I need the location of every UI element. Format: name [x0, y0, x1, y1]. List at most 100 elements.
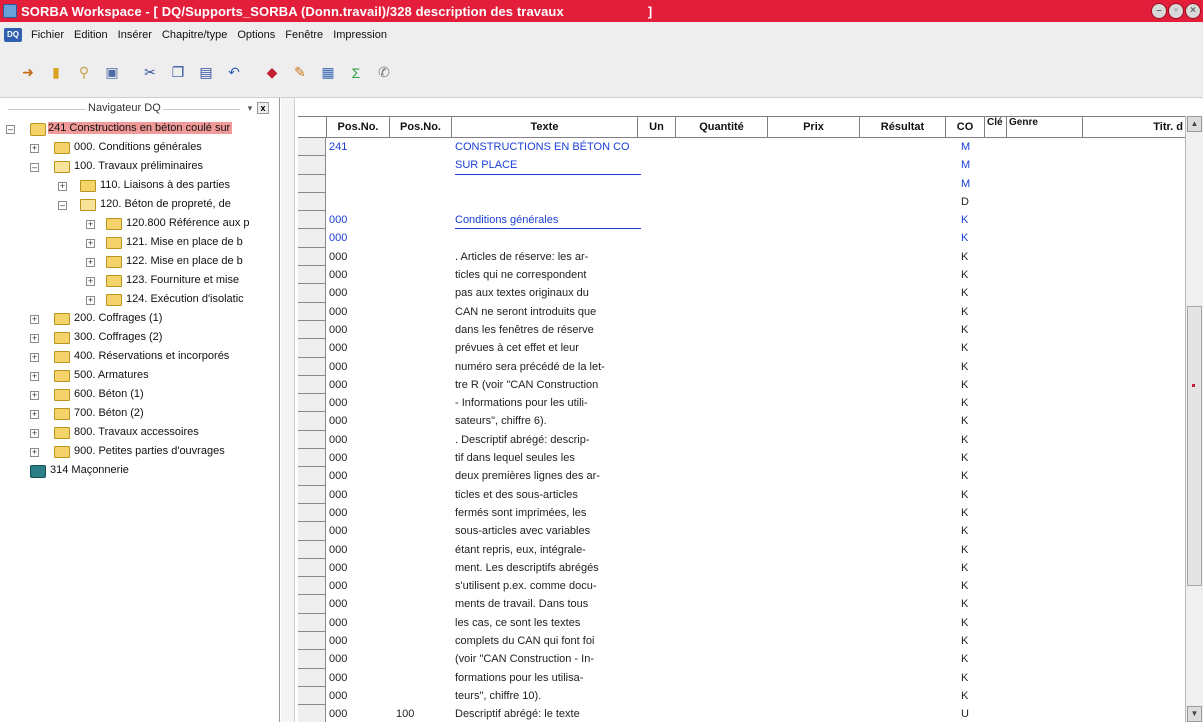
tree-node-120-800[interactable]: + 120.800 Référence aux p — [0, 215, 278, 234]
row-selector[interactable] — [298, 522, 326, 541]
pos-no-sub-cell[interactable] — [396, 412, 450, 430]
collapse-icon[interactable]: – — [6, 125, 15, 134]
row-selector[interactable] — [298, 449, 326, 468]
text-cell[interactable]: . Articles de réserve: les ar- — [455, 248, 641, 266]
pos-no-cell[interactable]: 000 — [329, 577, 387, 595]
table-row[interactable]: 000 étant repris, eux, intégrale- K — [298, 540, 1185, 559]
text-cell[interactable] — [455, 229, 641, 247]
pos-no-cell[interactable]: 000 — [329, 522, 387, 540]
pos-no-sub-cell[interactable] — [396, 211, 450, 229]
row-selector[interactable] — [298, 192, 326, 212]
text-cell[interactable]: sous-articles avec variables — [455, 522, 641, 540]
pos-no-sub-cell[interactable] — [396, 504, 450, 522]
co-cell[interactable]: K — [961, 394, 981, 412]
co-cell[interactable]: K — [961, 266, 981, 284]
co-cell[interactable]: K — [961, 449, 981, 467]
tree-node-314[interactable]: 314 Maçonnerie — [0, 462, 278, 481]
pos-no-sub-cell[interactable]: 100 — [396, 705, 450, 722]
close-icon[interactable]: x — [257, 102, 269, 114]
menu-options[interactable]: Options — [232, 29, 280, 41]
row-selector[interactable] — [298, 266, 326, 285]
close-button[interactable]: × — [1185, 3, 1201, 19]
tree-node-700[interactable]: + 700. Béton (2) — [0, 405, 278, 424]
tree-node-122[interactable]: + 122. Mise en place de b — [0, 253, 278, 272]
co-cell[interactable]: K — [961, 211, 981, 229]
row-selector[interactable] — [298, 558, 326, 578]
co-cell[interactable]: M — [961, 138, 981, 156]
text-cell[interactable]: pas aux textes originaux du — [455, 284, 641, 302]
table-row[interactable]: 000 formations pour les utilisa- K — [298, 668, 1185, 687]
table-row[interactable]: 000 s'utilisent p.ex. comme docu- K — [298, 577, 1185, 596]
pos-no-sub-cell[interactable] — [396, 632, 450, 650]
header-prix[interactable]: Prix — [768, 117, 860, 138]
expand-icon[interactable]: + — [86, 239, 95, 248]
text-cell[interactable]: fermés sont imprimées, les — [455, 504, 641, 522]
tree-node-800[interactable]: + 800. Travaux accessoires — [0, 424, 278, 443]
pos-no-cell[interactable]: 000 — [329, 669, 387, 687]
pos-no-sub-cell[interactable] — [396, 486, 450, 504]
pos-no-cell[interactable]: 000 — [329, 595, 387, 613]
tree-node-124[interactable]: + 124. Exécution d'isolatic — [0, 291, 278, 310]
sum-icon[interactable]: Σ — [346, 63, 366, 83]
tree-node-900[interactable]: + 900. Petites parties d'ouvrages — [0, 443, 278, 462]
pos-no-sub-cell[interactable] — [396, 303, 450, 321]
row-selector[interactable] — [298, 650, 326, 669]
co-cell[interactable]: M — [961, 175, 981, 193]
menu-inserer[interactable]: Insérer — [113, 29, 157, 41]
cut-icon[interactable]: ✂ — [140, 63, 160, 83]
row-selector[interactable] — [298, 320, 326, 340]
table-row[interactable]: 000 les cas, ce sont les textes K — [298, 613, 1185, 633]
table-row[interactable]: 000 ment. Les descriptifs abrégés K — [298, 558, 1185, 578]
edit-icon[interactable]: ✎ — [290, 63, 310, 83]
pos-no-sub-cell[interactable] — [396, 376, 450, 394]
table-row[interactable]: 000 ments de travail. Dans tous K — [298, 595, 1185, 614]
table-row[interactable]: 000 (voir "CAN Construction - In- K — [298, 650, 1185, 669]
row-selector[interactable] — [298, 156, 326, 175]
co-cell[interactable]: K — [961, 650, 981, 668]
pos-no-cell[interactable]: 000 — [329, 614, 387, 632]
menu-impression[interactable]: Impression — [328, 29, 392, 41]
text-cell[interactable]: (voir "CAN Construction - In- — [455, 650, 641, 668]
text-cell[interactable]: numéro sera précédé de la let- — [455, 358, 641, 376]
pos-no-sub-cell[interactable] — [396, 248, 450, 266]
pos-no-sub-cell[interactable] — [396, 358, 450, 376]
table-row[interactable]: 000 tre R (voir "CAN Construction K — [298, 375, 1185, 395]
vertical-scrollbar[interactable]: ▲ ▼ — [1185, 116, 1203, 722]
row-selector[interactable] — [298, 613, 326, 633]
tree-node-241[interactable]: – 241 Constructions en béton coulé sur — [0, 120, 278, 139]
header-titre[interactable]: Titr. d — [1083, 117, 1185, 138]
co-cell[interactable]: K — [961, 541, 981, 559]
text-cell[interactable]: . Descriptif abrégé: descrip- — [455, 431, 641, 449]
pos-no-cell[interactable]: 000 — [329, 303, 387, 321]
row-selector[interactable] — [298, 412, 326, 431]
pos-no-cell[interactable]: 000 — [329, 486, 387, 504]
expand-icon[interactable]: + — [30, 372, 39, 381]
pos-no-cell[interactable]: 000 — [329, 431, 387, 449]
table-row[interactable]: 000 complets du CAN qui font foi K — [298, 632, 1185, 651]
pos-no-sub-cell[interactable] — [396, 394, 450, 412]
text-cell[interactable]: ticles qui ne correspondent — [455, 266, 641, 284]
table-row[interactable]: 000 Conditions générales K — [298, 211, 1185, 230]
text-cell[interactable]: tre R (voir "CAN Construction — [455, 376, 641, 394]
table-row[interactable]: M — [298, 174, 1185, 193]
expand-icon[interactable]: + — [58, 182, 67, 191]
text-cell[interactable]: tif dans lequel seules les — [455, 449, 641, 467]
pos-no-sub-cell[interactable] — [396, 339, 450, 357]
pos-no-cell[interactable]: 000 — [329, 229, 387, 247]
row-selector[interactable] — [298, 394, 326, 413]
tree-node-200[interactable]: + 200. Coffrages (1) — [0, 310, 278, 329]
co-cell[interactable]: K — [961, 284, 981, 302]
pos-no-cell[interactable] — [329, 175, 387, 193]
pos-no-cell[interactable]: 000 — [329, 449, 387, 467]
pos-no-sub-cell[interactable] — [396, 669, 450, 687]
row-selector[interactable] — [298, 375, 326, 395]
co-cell[interactable]: M — [961, 156, 981, 174]
pos-no-sub-cell[interactable] — [396, 431, 450, 449]
header-co[interactable]: CO — [946, 117, 985, 138]
co-cell[interactable]: K — [961, 376, 981, 394]
expand-icon[interactable]: + — [30, 315, 39, 324]
table-row[interactable]: 000 CAN ne seront introduits que K — [298, 302, 1185, 321]
header-texte[interactable]: Texte — [452, 117, 638, 138]
maximize-button[interactable]: ▫ — [1168, 3, 1184, 19]
text-cell[interactable]: prévues à cet effet et leur — [455, 339, 641, 357]
